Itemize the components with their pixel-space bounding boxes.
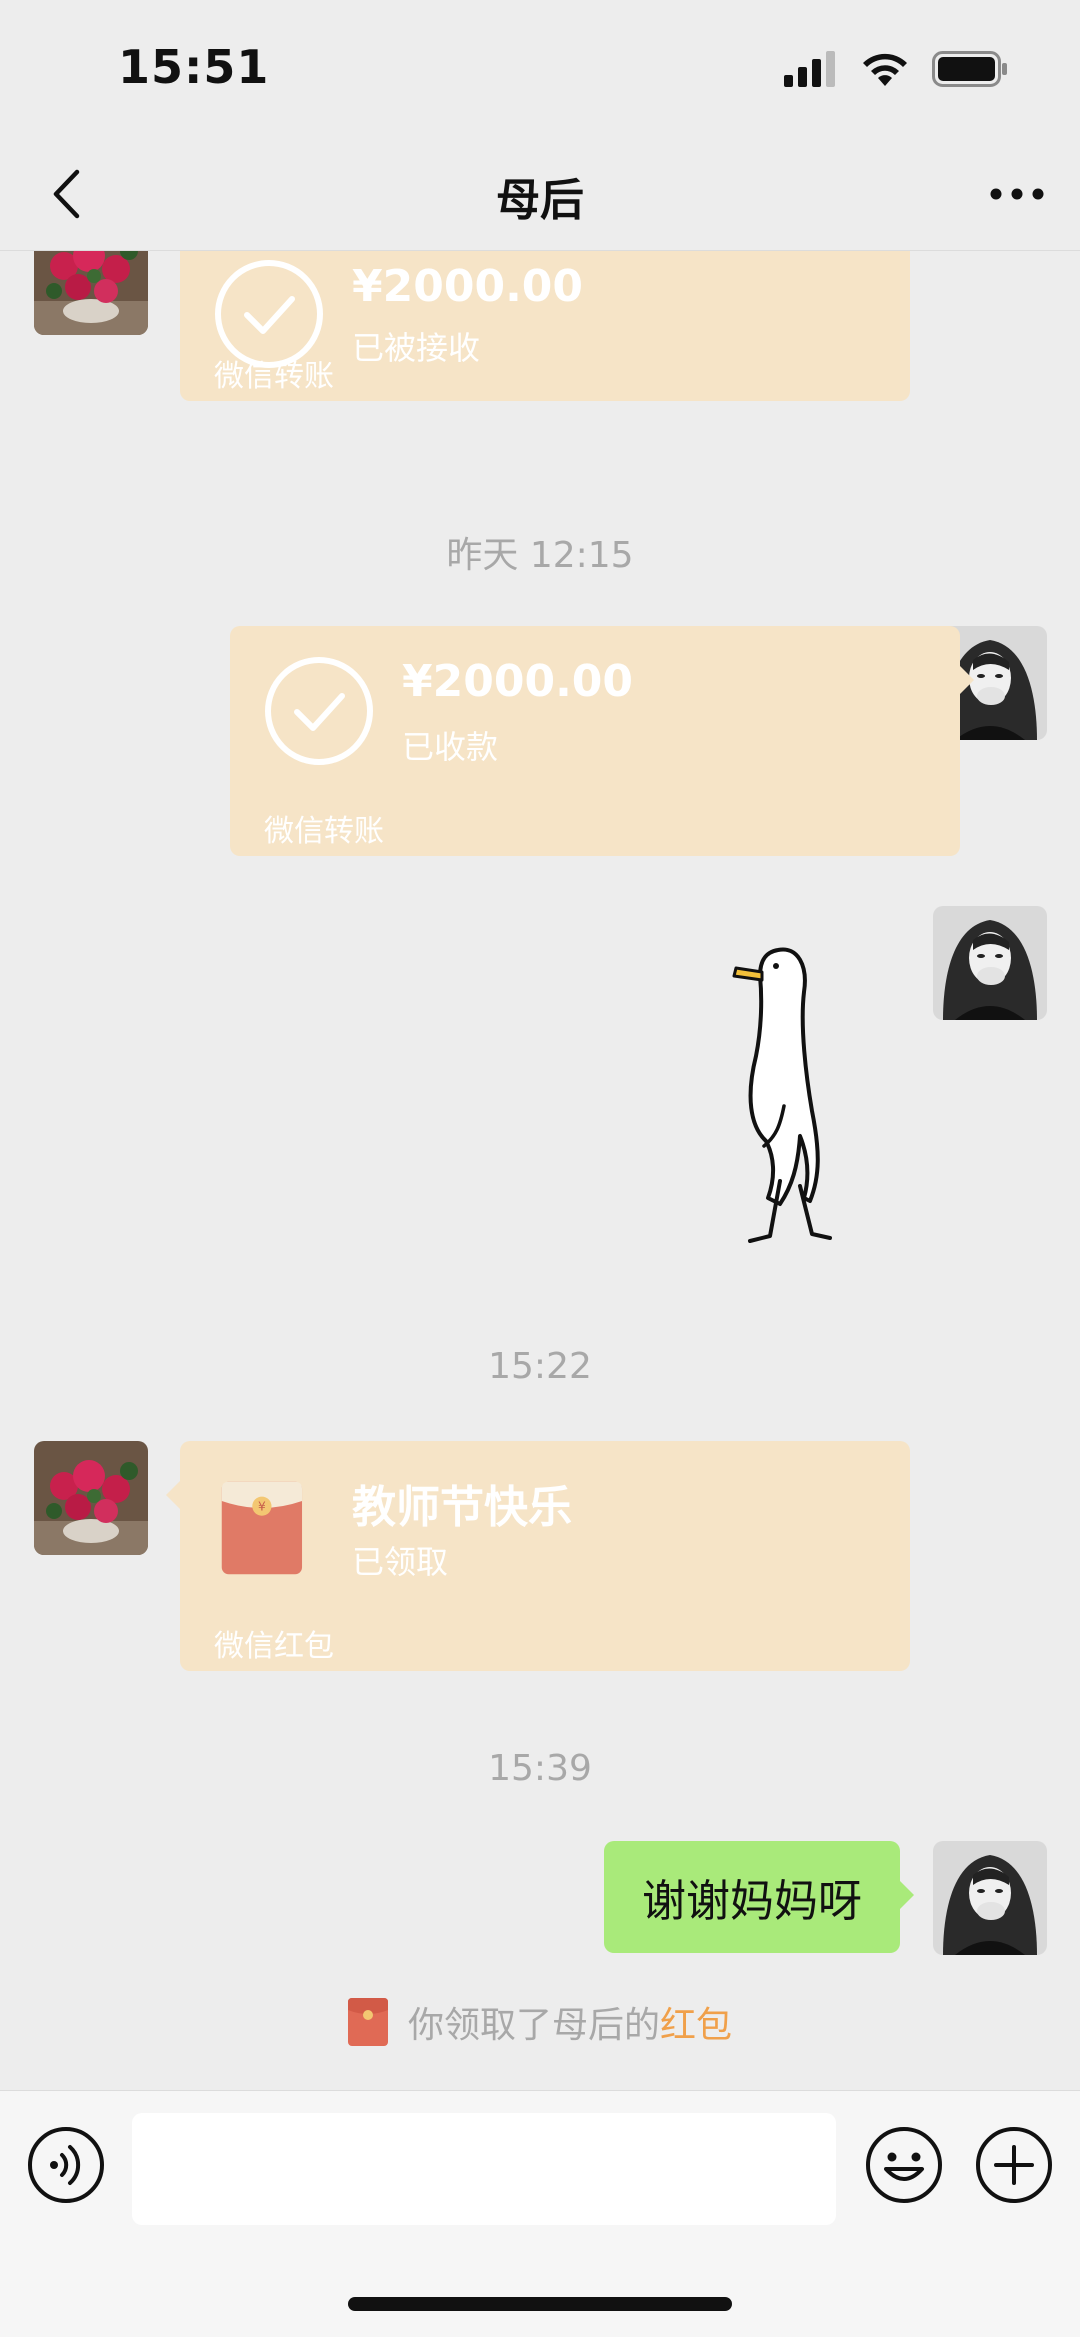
transfer-card-collected[interactable]: ¥2000.00 已收款 微信转账 [230,626,974,856]
transfer-status: 已被接收 [352,329,481,367]
avatar-self[interactable] [933,1841,1047,1955]
voice-icon[interactable] [26,2125,106,2205]
red-packet-status: 已领取 [352,1543,449,1581]
nav-bar: 母后 [0,140,1080,251]
red-packet-title: 教师节快乐 [352,1482,572,1533]
status-time: 15:51 [118,40,270,94]
transfer-footer: 微信转账 [264,814,384,849]
red-packet-link[interactable]: 红包 [660,2005,732,2046]
more-icon [990,188,1044,200]
transfer-amount: ¥2000.00 [402,656,634,707]
timestamp: 昨天 12:15 [446,535,634,576]
check-circle-icon [265,657,373,765]
transfer-amount: ¥2000.00 [352,261,584,312]
timestamp: 15:22 [488,1346,592,1387]
home-indicator [348,2297,732,2311]
plus-icon[interactable] [974,2125,1054,2205]
duck-sticker[interactable] [720,936,840,1256]
flower-avatar-image [34,1441,148,1555]
status-icons [784,50,1008,88]
self-avatar-image [933,906,1047,1020]
text-message-bubble[interactable]: 谢谢妈妈呀 [604,1841,914,1953]
chat-screen: 15:51 母后 ¥2000.00 已被接收 微信转账 昨天 12:15 ¥20… [0,0,1080,2337]
emoji-icon[interactable] [864,2125,944,2205]
status-bar: 15:51 [0,0,1080,140]
battery-icon [932,51,1007,87]
avatar-self[interactable] [933,906,1047,1020]
red-packet-icon [347,1998,388,2046]
avatar-mother[interactable] [34,1441,148,1555]
red-packet-footer: 微信红包 [214,1629,334,1664]
transfer-footer: 微信转账 [214,359,334,394]
signal-icon [784,51,835,87]
transfer-status: 已收款 [402,728,499,766]
chat-messages[interactable]: ¥2000.00 已被接收 微信转账 昨天 12:15 ¥2000.00 已收款… [0,251,1080,2091]
red-packet-card[interactable]: ¥ 教师节快乐 已领取 微信红包 [166,1441,910,1671]
message-text: 谢谢妈妈呀 [642,1876,862,1927]
system-notice-text: 你领取了母后的 [407,2005,660,2046]
timestamp: 15:39 [488,1748,592,1789]
system-notice: 你领取了母后的红包 [0,1996,1080,2048]
chat-title: 母后 [496,175,584,226]
avatar-mother[interactable] [34,251,148,335]
transfer-card-incoming[interactable]: ¥2000.00 已被接收 微信转账 [180,251,910,401]
self-avatar-image [933,1841,1047,1955]
flower-avatar-image [34,251,148,335]
more-button[interactable] [982,164,1052,224]
svg-text:¥: ¥ [258,1500,266,1514]
message-input[interactable] [132,2113,836,2225]
wifi-icon [863,53,907,86]
red-packet-icon: ¥ [221,1481,303,1575]
